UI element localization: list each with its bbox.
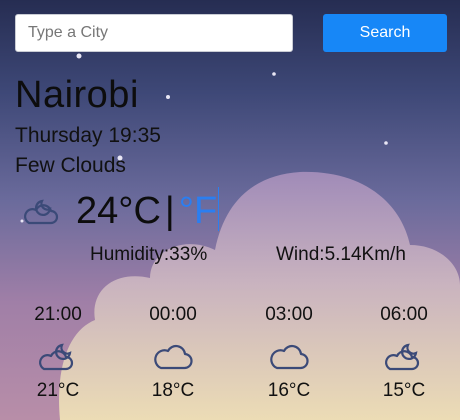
city-search-input[interactable] (15, 14, 293, 52)
cloud-moon-icon (39, 343, 74, 371)
forecast-time: 00:00 (149, 304, 197, 325)
weather-description: Few Clouds (15, 154, 126, 177)
forecast-time: 21:00 (34, 304, 82, 325)
cloud-icon (270, 344, 309, 370)
temperature-value: 24 (76, 190, 119, 232)
text-caret (218, 187, 220, 231)
date-time: Thursday 19:35 (15, 124, 161, 147)
forecast-temperature: 21°C (36, 380, 80, 401)
humidity-reading: Humidity:33% (90, 244, 208, 265)
forecast-item: 21:00 21°C (16, 304, 100, 402)
fahrenheit-toggle[interactable]: °F (179, 190, 217, 232)
forecast-item: 03:00 16°C (247, 304, 331, 402)
forecast-time: 06:00 (380, 304, 428, 325)
cloud-moon-icon (385, 343, 420, 371)
city-name: Nairobi (15, 74, 139, 116)
forecast-temperature: 15°C (382, 380, 426, 401)
current-temperature: 24°C | °F (76, 187, 220, 233)
celsius-toggle[interactable]: °C (118, 190, 161, 232)
forecast-item: 06:00 15°C (362, 304, 446, 402)
search-button[interactable]: Search (323, 14, 447, 52)
cloud-moon-icon (24, 199, 59, 225)
unit-separator: | (164, 190, 175, 232)
forecast-temperature: 18°C (151, 380, 195, 401)
forecast-time: 03:00 (265, 304, 313, 325)
wind-reading: Wind:5.14Km/h (276, 244, 406, 265)
forecast-temperature: 16°C (267, 380, 311, 401)
cloud-icon (154, 344, 193, 370)
forecast-item: 00:00 18°C (131, 304, 215, 402)
